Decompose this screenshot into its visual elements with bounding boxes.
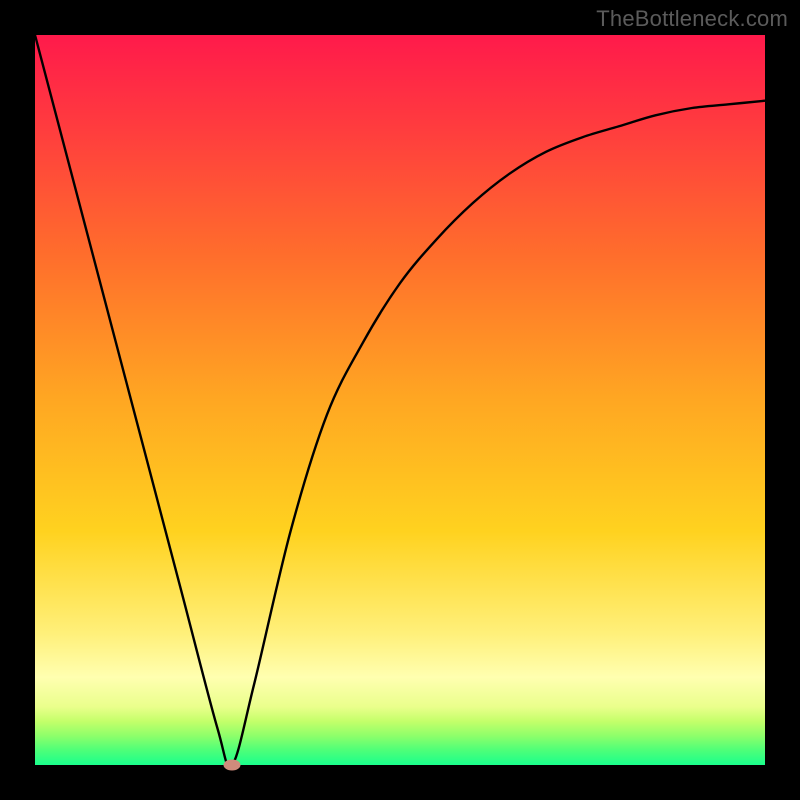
chart-frame: TheBottleneck.com [0,0,800,800]
plot-area [35,35,765,765]
min-marker [224,760,241,771]
watermark-text: TheBottleneck.com [596,6,788,32]
curve-layer [35,35,765,765]
bottleneck-curve-path [35,35,765,767]
